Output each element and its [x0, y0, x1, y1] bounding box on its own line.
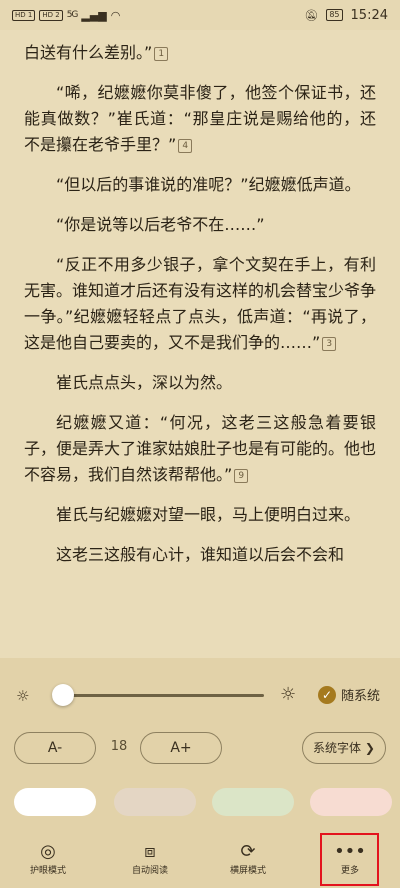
battery-level: 85 [326, 9, 343, 21]
status-bar: HD 1 HD 2 5G ▂▄▆ ◠ 🔕︎ 85 15:24 [0, 0, 400, 30]
wifi-icon: ◠ [110, 8, 121, 22]
paragraph: “唏，纪嬷嬷你莫非傻了，他签个保证书，还能真做数？”崔氏道：“那皇庄说是赐给他的… [24, 83, 376, 154]
brightness-slider-track[interactable] [52, 694, 264, 697]
footnote-marker[interactable]: 3 [322, 337, 337, 351]
brightness-row: ☼ ☼ ✓ 随系统 [0, 678, 400, 712]
font-size-row: A- 18 A+ 系统字体 ❯ [0, 732, 400, 766]
mute-icon: 🔕︎ [304, 8, 319, 22]
font-family-button[interactable]: 系统字体 ❯ [302, 732, 386, 764]
paragraph: 纪嬷嬷又道：“何况，这老三这般急着要银子，便是弄大了谁家姑娘肚子也是有可能的。他… [24, 413, 377, 484]
signal-label: 5G [66, 10, 79, 20]
paragraph: “但以后的事谁说的准呢？”纪嬷嬷低声道。 [56, 175, 361, 194]
paragraph: 崔氏点点头，深以为然。 [56, 373, 233, 392]
follow-system-toggle[interactable]: ✓ 随系统 [318, 685, 380, 704]
brightness-high-icon: ☼ [280, 684, 297, 705]
footnote-marker[interactable]: 4 [178, 139, 193, 153]
theme-pink[interactable] [310, 788, 392, 816]
auto-read-button[interactable]: ⧈ 自动阅读 [110, 840, 190, 878]
eye-care-button[interactable]: ◎ 护眼模式 [8, 840, 88, 878]
footnote-marker[interactable]: 9 [234, 469, 249, 483]
theme-swatches [0, 788, 400, 818]
reader-settings-panel: ☼ ☼ ✓ 随系统 A- 18 A+ 系统字体 ❯ ◎ 护眼模式 ⧈ 自动阅读 [0, 658, 400, 888]
reading-content[interactable]: 白送有什么差别。” 1 “唏，纪嬷嬷你莫非傻了，他签个保证书，还能真做数？”崔氏道… [0, 30, 400, 658]
clock: 15:24 [350, 7, 388, 23]
sim1-indicator: HD 1 [12, 9, 36, 21]
increase-font-button[interactable]: A+ [140, 732, 222, 764]
paragraph: “反正不用多少银子，拿个文契在手上，有利无害。谁知道才后还有没有这样的机会替宝少… [24, 255, 377, 352]
highlight-box [320, 833, 379, 886]
checkmark-icon: ✓ [318, 685, 336, 704]
font-size-value: 18 [110, 739, 128, 754]
chevron-right-icon: ❯ [364, 741, 375, 755]
theme-green[interactable] [212, 788, 294, 816]
theme-beige[interactable] [114, 788, 196, 816]
font-family-label: 系统字体 [313, 741, 362, 755]
auto-read-label: 自动阅读 [131, 866, 168, 876]
landscape-label: 横屏模式 [229, 866, 266, 876]
paragraph: 这老三这般有心计，谁知道以后会不会和 [56, 545, 345, 564]
landscape-button[interactable]: ⟳ 横屏模式 [208, 840, 288, 878]
sim2-indicator: HD 2 [39, 9, 63, 21]
footnote-marker[interactable]: 1 [154, 47, 169, 61]
paragraph: “你是说等以后老爷不在……” [56, 215, 265, 234]
paragraph: 白送有什么差别。” 1 [24, 40, 376, 66]
paragraph: 崔氏与纪嬷嬷对望一眼，马上便明白过来。 [56, 505, 361, 524]
rotate-screen-icon: ⟳ [240, 841, 256, 862]
eye-off-icon: ◎ [40, 841, 56, 862]
follow-system-label: 随系统 [341, 689, 381, 704]
brightness-low-icon: ☼ [16, 687, 30, 705]
decrease-font-button[interactable]: A- [14, 732, 96, 764]
auto-read-icon: ⧈ [144, 841, 156, 862]
signal-icon: ▂▄▆ [81, 8, 107, 22]
brightness-slider-thumb[interactable] [52, 684, 75, 706]
theme-white[interactable] [14, 788, 96, 816]
eye-care-label: 护眼模式 [29, 866, 66, 876]
